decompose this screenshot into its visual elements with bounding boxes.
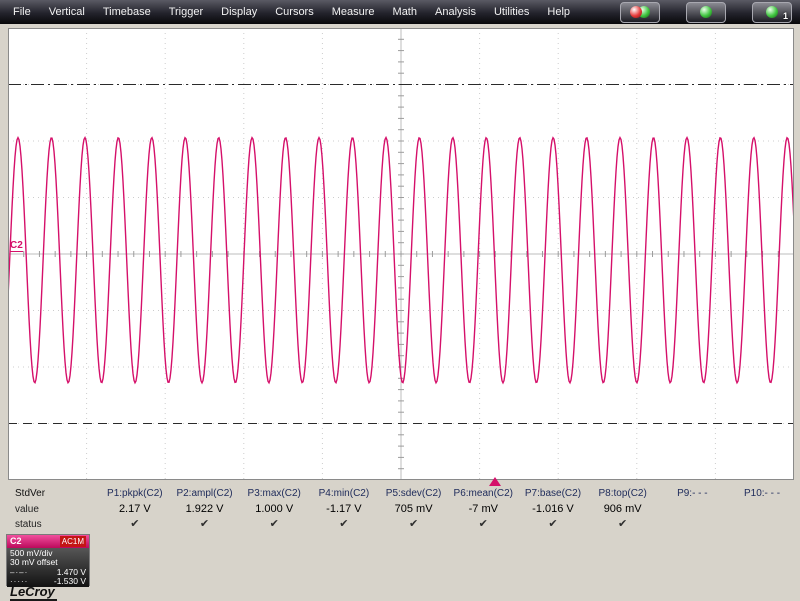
measure-value: 2.17 V xyxy=(118,503,151,515)
measure-status-check: ✔ xyxy=(478,518,488,530)
menu-item-trigger[interactable]: Trigger xyxy=(160,0,212,24)
value-row-label: value xyxy=(15,504,39,515)
measurement-column: P6:mean(C2) -7 mV ✔ xyxy=(448,486,518,533)
measure-header: P5:sdev(C2) xyxy=(385,488,442,499)
measure-value: 1.922 V xyxy=(185,503,224,515)
measurement-panel: StdVer value status P1:pkpk(C2) 2.17 V ✔ P2… xyxy=(4,486,797,533)
measure-status-check: ✔ xyxy=(339,518,349,530)
descriptor-channel-label: C2 xyxy=(10,536,22,546)
measure-header: P3:max(C2) xyxy=(247,488,301,499)
menu-item-math[interactable]: Math xyxy=(384,0,426,24)
measure-header: P9:- - - xyxy=(677,488,708,499)
measurement-column: P1:pkpk(C2) 2.17 V ✔ xyxy=(100,486,170,533)
menu-item-analysis[interactable]: Analysis xyxy=(426,0,485,24)
trigger-position-marker[interactable] xyxy=(489,477,502,486)
channel-c2-descriptor[interactable]: C2 AC1M 500 mV/div 30 mV offset –·–· 1.4… xyxy=(6,534,90,587)
measure-status-check: ✔ xyxy=(199,518,210,530)
panel-one-orb xyxy=(766,6,778,18)
measure-header: P7:base(C2) xyxy=(524,488,582,499)
channel-c2-zero-marker[interactable]: C2 xyxy=(10,240,23,252)
measure-status-check: ✔ xyxy=(548,518,558,530)
menu-item-cursors[interactable]: Cursors xyxy=(266,0,323,24)
measurement-column: P2:ampl(C2) 1.922 V ✔ xyxy=(170,486,240,533)
waveform-display[interactable]: C2 xyxy=(7,27,795,481)
measurement-column: P7:base(C2) -1.016 V ✔ xyxy=(518,486,588,533)
status-row-label: status xyxy=(15,519,42,530)
measure-value: 1.000 V xyxy=(255,503,294,515)
descriptor-body: 500 mV/div 30 mV offset –·–· 1.470 V ···… xyxy=(7,548,89,587)
measure-value: -7 mV xyxy=(468,503,498,515)
menu-bar-items: File Vertical Timebase Trigger Display Cursor… xyxy=(0,0,579,24)
menu-item-timebase[interactable]: Timebase xyxy=(94,0,160,24)
lecroy-brand-logo: LeCroy xyxy=(10,584,57,601)
descriptor-header: C2 AC1M xyxy=(7,535,89,548)
measurement-column: P10:- - - xyxy=(727,486,797,533)
measure-status-check: ✔ xyxy=(408,518,419,530)
measure-status-check xyxy=(727,517,797,532)
measure-status-check: ✔ xyxy=(130,518,140,530)
measure-status-check: ✔ xyxy=(618,518,628,530)
measure-header: P2:ampl(C2) xyxy=(176,488,233,499)
measurement-column: P4:min(C2) -1.17 V ✔ xyxy=(309,486,379,533)
menu-bar-icons: 1 xyxy=(620,1,800,23)
measurement-column: P5:sdev(C2) 705 mV ✔ xyxy=(379,486,449,533)
measure-value: -1.17 V xyxy=(326,503,362,515)
measure-header: P10:- - - xyxy=(743,488,781,499)
measure-status-check: ✔ xyxy=(269,518,279,530)
measure-header: P8:top(C2) xyxy=(598,488,647,499)
dash-dot-line-icon: –·–· xyxy=(10,567,29,577)
descriptor-offset: 30 mV offset xyxy=(10,557,58,568)
menu-item-utilities[interactable]: Utilities xyxy=(485,0,538,24)
menu-bar: File Vertical Timebase Trigger Display Cursor… xyxy=(0,0,800,24)
lecroy-logo-icon[interactable] xyxy=(620,1,660,23)
measure-table-label: StdVer xyxy=(15,488,46,499)
measurement-column: P3:max(C2) 1.000 V ✔ xyxy=(239,486,309,533)
measure-value xyxy=(658,502,728,517)
measure-header: P1:pkpk(C2) xyxy=(107,488,163,499)
measure-header: P4:min(C2) xyxy=(318,488,370,499)
descriptor-coupling-label: AC1M xyxy=(59,536,86,547)
menu-item-help[interactable]: Help xyxy=(538,0,579,24)
autosetup-orb xyxy=(700,6,712,18)
autosetup-icon[interactable] xyxy=(686,1,726,23)
descriptor-level-low: -1.530 V xyxy=(53,575,86,586)
menu-item-display[interactable]: Display xyxy=(212,0,266,24)
menu-item-measure[interactable]: Measure xyxy=(323,0,384,24)
panel-one-icon[interactable]: 1 xyxy=(752,1,792,23)
logo-red-orb xyxy=(630,6,642,18)
measure-value xyxy=(727,502,797,517)
menu-item-file[interactable]: File xyxy=(4,0,40,24)
menu-item-vertical[interactable]: Vertical xyxy=(40,0,94,24)
measurement-column: P8:top(C2) 906 mV ✔ xyxy=(588,486,658,533)
measure-value: 705 mV xyxy=(394,503,433,515)
panel-one-badge: 1 xyxy=(782,10,788,21)
measure-value: 906 mV xyxy=(603,503,642,515)
measurement-column: P9:- - - xyxy=(658,486,728,533)
measure-status-check xyxy=(658,517,728,532)
scope-grid xyxy=(7,27,795,481)
measure-header: P6:mean(C2) xyxy=(453,488,514,499)
measure-value: -1.016 V xyxy=(532,503,574,515)
measure-label-column: StdVer value status xyxy=(4,486,100,533)
